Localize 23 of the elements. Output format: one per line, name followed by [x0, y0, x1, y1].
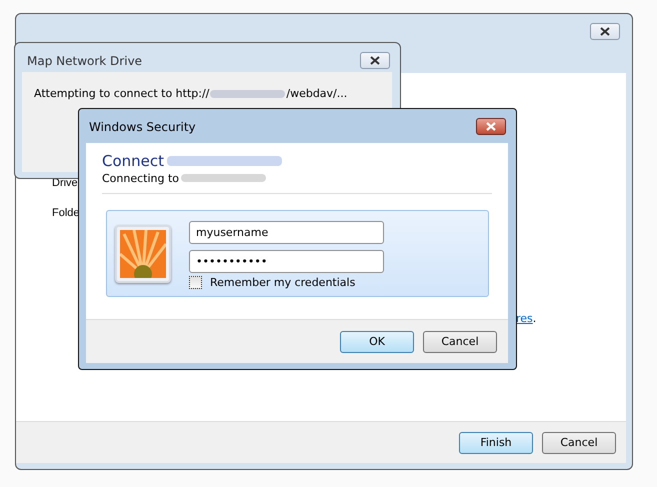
close-button[interactable]	[360, 52, 390, 69]
ok-button[interactable]: OK	[340, 330, 414, 352]
checkbox-label: Remember my credentials	[210, 276, 356, 289]
close-button[interactable]	[590, 23, 620, 40]
password-field[interactable]: •••••••••••	[189, 250, 384, 273]
subheading: Connecting to	[102, 172, 180, 185]
heading: Connect	[102, 152, 164, 170]
close-icon	[485, 122, 497, 131]
cancel-button[interactable]: Cancel	[542, 432, 616, 454]
finish-button[interactable]: Finish	[459, 432, 533, 454]
message: /webdav/...	[286, 87, 348, 100]
window-title: Windows Security	[89, 120, 196, 134]
close-button[interactable]	[476, 118, 506, 135]
close-icon	[369, 56, 381, 65]
folder-label: Folde	[52, 207, 80, 219]
window-title: Map Network Drive	[27, 54, 142, 68]
period: .	[532, 312, 536, 325]
message: Attempting to connect to http://	[34, 87, 210, 100]
cancel-button[interactable]: Cancel	[423, 330, 497, 352]
close-icon	[599, 27, 611, 36]
username-field[interactable]: myusername	[189, 221, 384, 244]
link[interactable]: res	[516, 312, 533, 325]
checkbox[interactable]	[189, 276, 202, 289]
